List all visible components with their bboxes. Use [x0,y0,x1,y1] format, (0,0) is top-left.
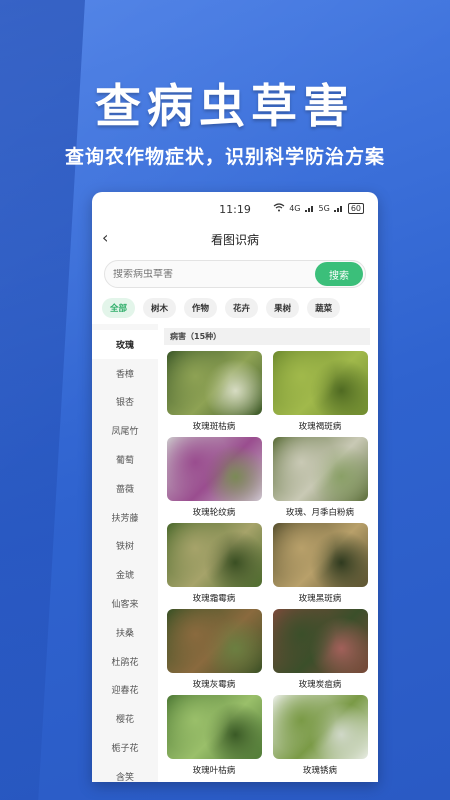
wifi-icon [273,203,285,214]
chip-flowers[interactable]: 花卉 [225,298,259,318]
battery-icon: 60 [347,203,364,214]
disease-card[interactable]: 玫瑰、月季白粉病 [270,437,370,523]
search-button[interactable]: 搜索 [315,262,363,286]
signal-label-1: 4G [289,204,301,213]
chip-trees[interactable]: 树木 [143,298,177,318]
disease-grid: 玫瑰斑枯病 玫瑰褐斑病 玫瑰轮纹病 玫瑰、月季白粉病 玫瑰霜霉病 玫瑰黑斑病 玫瑰灰霉病 玫瑰… [164,351,370,781]
sidebar-item[interactable]: 迎春花 [92,676,158,705]
sidebar-item[interactable]: 扶芳藤 [92,503,158,532]
disease-photo [272,437,368,501]
content-area: 玫瑰 香樟 银杏 凤尾竹 葡萄 蔷薇 扶芳藤 铁树 金琥 仙客来 扶桑 杜鹃花 迎春花 樱花 栀子花 含笑 病… [92,324,378,782]
signal-bars-icon [304,204,315,214]
disease-card[interactable]: 玫瑰锈病 [270,695,370,781]
disease-card[interactable]: 玫瑰炭疽病 [270,609,370,695]
sidebar-item[interactable]: 葡萄 [92,445,158,474]
chip-vegetables[interactable]: 蔬菜 [307,298,341,318]
sidebar-item[interactable]: 金琥 [92,560,158,589]
disease-label: 玫瑰炭疽病 [298,680,342,690]
sidebar-item[interactable]: 蔷薇 [92,474,158,503]
chip-fruit-trees[interactable]: 果树 [266,298,300,318]
disease-photo [272,609,368,673]
disease-label: 玫瑰黑斑病 [298,594,342,604]
disease-photo [166,695,262,759]
sidebar-item[interactable]: 杜鹃花 [92,647,158,676]
chip-crops[interactable]: 作物 [184,298,218,318]
sidebar-item[interactable]: 仙客来 [92,589,158,618]
phone-screen: 11:19 4G 5G 60 ‹ 看图识病 搜索 全部 树木 作物 花卉 果树 … [92,192,378,782]
signal-label-2: 5G [318,204,330,213]
sidebar-item[interactable]: 扶桑 [92,618,158,647]
disease-card[interactable]: 玫瑰轮纹病 [164,437,264,523]
disease-label: 玫瑰灰霉病 [192,680,236,690]
disease-card[interactable]: 玫瑰褐斑病 [270,351,370,437]
status-time: 11:19 [219,202,251,216]
disease-photo [272,351,368,415]
disease-label: 玫瑰、月季白粉病 [285,508,354,518]
sidebar-item[interactable]: 玫瑰 [92,330,158,359]
promo-title: 查病虫草害 [95,79,355,133]
disease-card[interactable]: 玫瑰灰霉病 [164,609,264,695]
disease-label: 玫瑰斑枯病 [192,422,236,432]
status-icons: 4G 5G 60 [273,203,364,214]
disease-photo [166,437,262,501]
search-input[interactable] [113,268,315,280]
disease-photo [166,351,262,415]
disease-card[interactable]: 玫瑰斑枯病 [164,351,264,437]
sidebar-item[interactable]: 含笑 [92,762,158,782]
disease-panel: 病害（15种） 玫瑰斑枯病 玫瑰褐斑病玫瑰轮纹病 玫瑰、月季白粉病玫瑰霜霉病 玫瑰黑斑… [158,324,378,782]
disease-photo [272,523,368,587]
sidebar-item[interactable]: 香樟 [92,359,158,388]
sidebar-item[interactable]: 樱花 [92,704,158,733]
chevron-left-icon[interactable]: ‹ [102,228,108,247]
sidebar-item[interactable]: 栀子花 [92,733,158,762]
sidebar-item[interactable]: 凤尾竹 [92,416,158,445]
section-header: 病害（15种） [164,328,370,345]
sidebar-item[interactable]: 银杏 [92,388,158,417]
search-bar: 搜索 [104,260,366,288]
disease-photo [166,609,262,673]
plant-sidebar: 玫瑰 香樟 银杏 凤尾竹 葡萄 蔷薇 扶芳藤 铁树 金琥 仙客来 扶桑 杜鹃花 迎春花 樱花 栀子花 含笑 [92,324,158,782]
disease-card[interactable]: 玫瑰叶枯病 [164,695,264,781]
disease-label: 玫瑰褐斑病 [298,422,342,432]
disease-label: 玫瑰叶枯病 [192,766,236,776]
disease-photo [272,695,368,759]
page-title: 看图识病 [210,232,259,247]
disease-card[interactable]: 玫瑰黑斑病 [270,523,370,609]
nav-bar: ‹ 看图识病 [92,226,378,252]
sidebar-item[interactable]: 铁树 [92,532,158,561]
disease-card[interactable]: 玫瑰霜霉病 [164,523,264,609]
status-bar: 11:19 4G 5G 60 [92,192,378,226]
chip-all[interactable]: 全部 [102,298,136,318]
promo-subtitle: 查询农作物症状，识别科学防治方案 [64,146,385,168]
disease-photo [166,523,262,587]
disease-label: 玫瑰轮纹病 [192,508,236,518]
category-chips: 全部 树木 作物 花卉 果树 蔬菜 [92,288,378,324]
disease-label: 玫瑰锈病 [302,766,337,776]
signal-bars-icon [333,204,344,214]
disease-label: 玫瑰霜霉病 [192,594,236,604]
